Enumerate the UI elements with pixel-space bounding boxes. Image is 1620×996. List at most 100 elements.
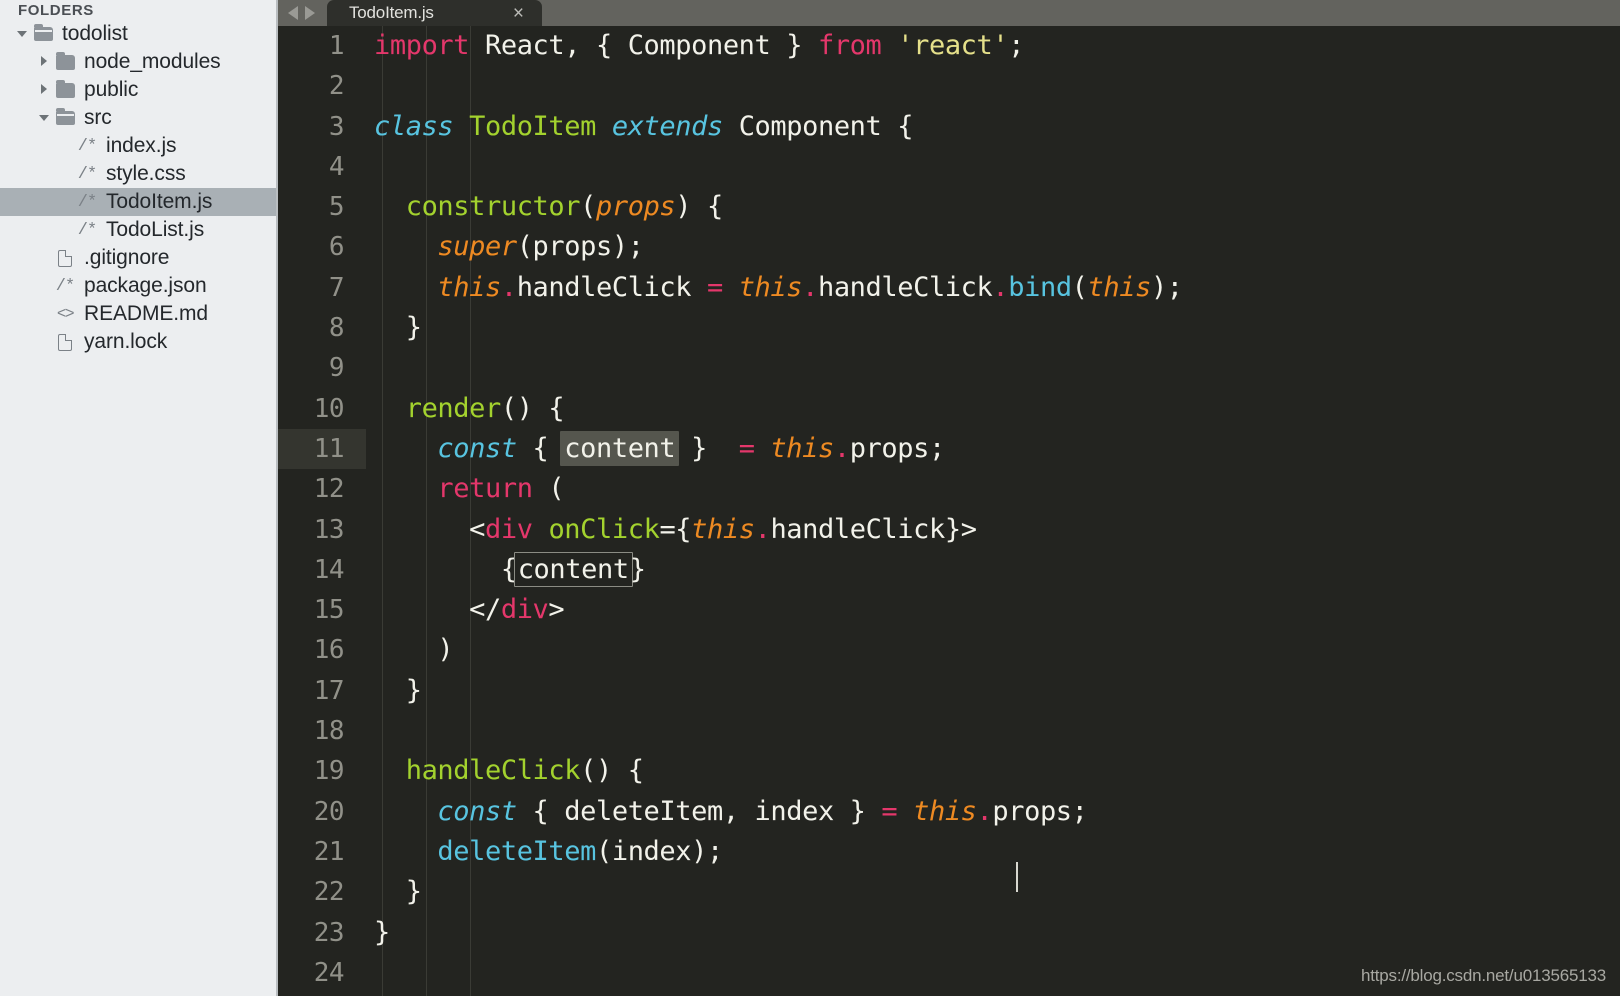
code-token: { deleteItem, index } bbox=[516, 795, 882, 827]
code-line[interactable]: 6 super(props); bbox=[278, 227, 1620, 267]
code-token: div bbox=[485, 513, 533, 545]
tree-item-style-css[interactable]: /* style.css bbox=[0, 160, 278, 188]
tree-item--gitignore[interactable]: .gitignore bbox=[0, 244, 278, 272]
code-line[interactable]: 17 } bbox=[278, 671, 1620, 711]
code-token: this bbox=[770, 432, 834, 464]
line-number: 20 bbox=[313, 796, 345, 827]
code-token: < bbox=[374, 513, 485, 545]
code-line[interactable]: 11 const { content } = this.props; bbox=[278, 428, 1620, 470]
code-line[interactable]: 22 } bbox=[278, 872, 1620, 912]
line-number: 1 bbox=[328, 31, 345, 61]
code-line[interactable]: 20 const { deleteItem, index } = this.pr… bbox=[278, 792, 1620, 832]
code-text: super(props); bbox=[366, 227, 1620, 267]
document-icon bbox=[52, 333, 78, 351]
tree-item-label: src bbox=[84, 106, 112, 129]
line-number: 18 bbox=[313, 716, 345, 747]
text-caret bbox=[1016, 862, 1018, 892]
code-token: import bbox=[374, 30, 470, 61]
chevron-right-icon[interactable] bbox=[36, 84, 52, 96]
line-number: 8 bbox=[328, 313, 345, 344]
nav-forward-icon[interactable] bbox=[305, 6, 315, 20]
tree-item-label: package.json bbox=[84, 274, 207, 297]
code-token: = bbox=[881, 795, 898, 827]
tree-item-todolist[interactable]: todolist bbox=[0, 20, 278, 48]
code-line[interactable]: 5 constructor(props) { bbox=[278, 187, 1620, 227]
code-editor[interactable]: 1 import React, { Component } from 'react… bbox=[278, 26, 1620, 996]
chevron-right-icon[interactable] bbox=[36, 56, 52, 68]
code-token: (props); bbox=[516, 231, 644, 263]
code-token: () { bbox=[500, 392, 565, 424]
code-line[interactable]: 12 return ( bbox=[278, 469, 1620, 509]
code-text: } bbox=[366, 913, 1620, 953]
code-lines: 1 import React, { Component } from 'react… bbox=[278, 26, 1620, 993]
tree-item-public[interactable]: public bbox=[0, 76, 278, 104]
code-line[interactable]: 19 handleClick() { bbox=[278, 751, 1620, 791]
code-token: . bbox=[500, 271, 517, 303]
line-number: 5 bbox=[328, 192, 345, 223]
code-token: handleClick}> bbox=[770, 513, 977, 545]
code-token: deleteItem bbox=[437, 835, 596, 867]
js-file-icon: /* bbox=[77, 164, 97, 184]
sidebar-divider[interactable] bbox=[276, 0, 278, 996]
line-number: 23 bbox=[313, 917, 345, 948]
code-token: super bbox=[437, 231, 517, 263]
code-line[interactable]: 15 </div> bbox=[278, 590, 1620, 630]
code-token: ( bbox=[532, 473, 565, 505]
code-line[interactable]: 13 <div onClick={this.handleClick}> bbox=[278, 510, 1620, 550]
tree-item-package-json[interactable]: /* package.json bbox=[0, 272, 278, 300]
code-line[interactable]: 7 this.handleClick = this.handleClick.bi… bbox=[278, 268, 1620, 308]
js-file-icon: /* bbox=[55, 276, 75, 296]
tree-item-yarn-lock[interactable]: yarn.lock bbox=[0, 328, 278, 356]
chevron-down-icon[interactable] bbox=[14, 30, 30, 39]
code-line[interactable]: 9 bbox=[278, 348, 1620, 388]
line-number: 4 bbox=[328, 151, 345, 182]
tree-item-todolist-js[interactable]: /* TodoList.js bbox=[0, 216, 278, 244]
code-line[interactable]: 23} bbox=[278, 913, 1620, 953]
code-line[interactable]: 3 class TodoItem extends Component { bbox=[278, 107, 1620, 147]
nav-back-icon[interactable] bbox=[288, 6, 298, 20]
code-token: } bbox=[629, 553, 646, 585]
code-line[interactable]: 1 import React, { Component } from 'react… bbox=[278, 26, 1620, 66]
code-token: { bbox=[516, 432, 565, 464]
tree-item-todoitem-js[interactable]: /* TodoItem.js bbox=[0, 188, 278, 216]
code-text: deleteItem(index); bbox=[366, 832, 1620, 872]
code-token: . bbox=[992, 271, 1009, 303]
chevron-down-icon[interactable] bbox=[36, 114, 52, 123]
code-token: . bbox=[976, 795, 993, 827]
line-number: 17 bbox=[313, 675, 345, 706]
close-icon[interactable]: × bbox=[513, 4, 524, 23]
tree-item-readme-md[interactable]: <> README.md bbox=[0, 300, 278, 328]
code-line[interactable]: 18 bbox=[278, 711, 1620, 751]
code-token: bind bbox=[1008, 271, 1072, 303]
code-line[interactable]: 8 } bbox=[278, 308, 1620, 348]
line-number: 3 bbox=[328, 111, 345, 142]
line-number: 12 bbox=[313, 474, 345, 505]
tree-item-index-js[interactable]: /* index.js bbox=[0, 132, 278, 160]
code-token: from bbox=[817, 30, 882, 61]
markup-icon: <> bbox=[56, 305, 75, 323]
code-token: TodoItem bbox=[469, 110, 596, 142]
code-token: constructor bbox=[405, 191, 581, 223]
code-line[interactable]: 10 render() { bbox=[278, 389, 1620, 429]
line-number: 13 bbox=[313, 514, 345, 545]
tab-todoitem[interactable]: TodoItem.js × bbox=[327, 0, 542, 26]
tree-item-node-modules[interactable]: node_modules bbox=[0, 48, 278, 76]
code-token: div bbox=[500, 594, 549, 626]
code-line[interactable]: 2 bbox=[278, 66, 1620, 106]
code-token: } bbox=[675, 432, 739, 464]
code-text: const { deleteItem, index } = this.props… bbox=[366, 792, 1620, 832]
code-line[interactable]: 16 ) bbox=[278, 630, 1620, 670]
code-token: </ bbox=[374, 594, 501, 626]
code-token: () { bbox=[580, 755, 644, 787]
code-line[interactable]: 21 deleteItem(index); bbox=[278, 832, 1620, 872]
code-line[interactable]: 4 bbox=[278, 147, 1620, 187]
code-line[interactable]: 14 {content} bbox=[278, 550, 1620, 590]
code-token: . bbox=[754, 513, 771, 545]
tree-item-src[interactable]: src bbox=[0, 104, 278, 132]
